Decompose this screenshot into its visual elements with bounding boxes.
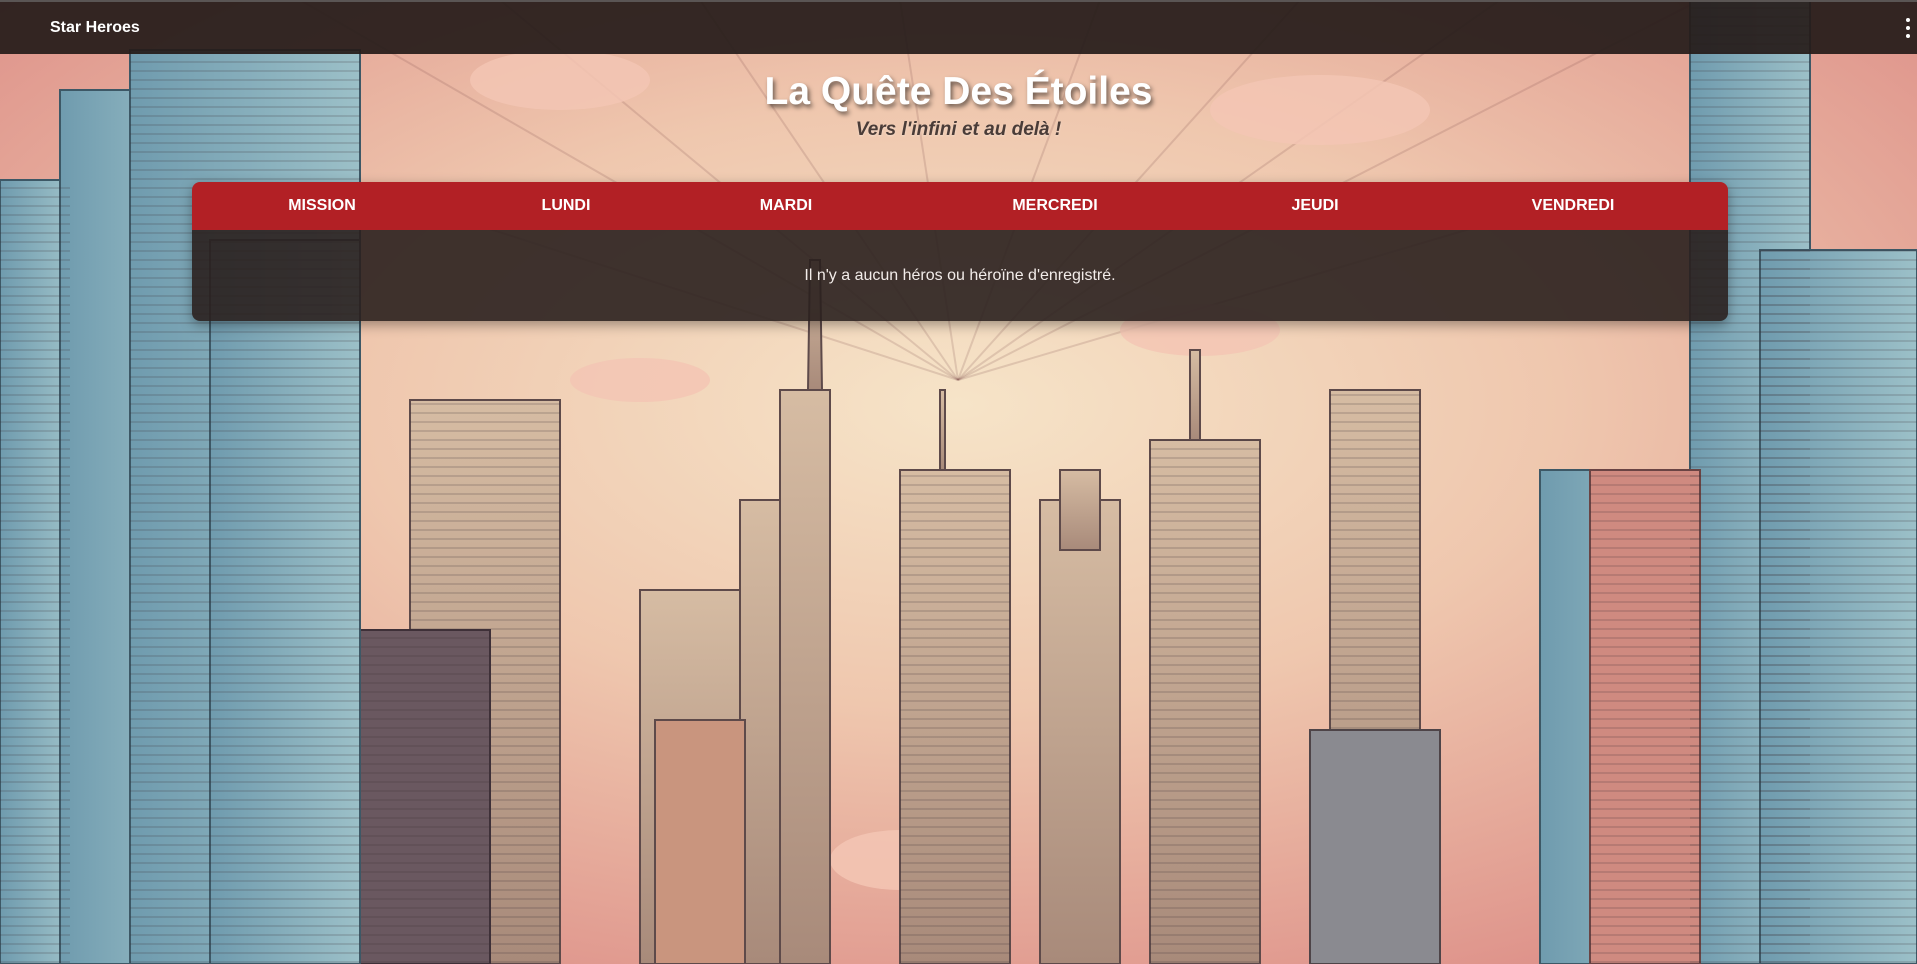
cityscape-background (0, 0, 1917, 964)
page-subtitle: Vers l'infini et au delà ! (855, 119, 1062, 140)
column-header-jeudi[interactable]: JEUDI (1245, 182, 1385, 230)
top-navbar: Star Heroes (0, 0, 1917, 54)
column-header-lundi[interactable]: LUNDI (496, 182, 636, 230)
column-header-mission[interactable]: MISSION (252, 182, 392, 230)
page-title: La Quête Des Étoiles (764, 70, 1153, 113)
column-header-mercredi[interactable]: MERCREDI (970, 182, 1140, 230)
table-body: Il n'y a aucun héros ou héroïne d'enregi… (192, 230, 1728, 321)
app-brand-link[interactable]: Star Heroes (50, 19, 140, 37)
column-header-vendredi[interactable]: VENDREDI (1493, 182, 1653, 230)
more-vertical-icon[interactable] (1901, 16, 1915, 42)
schedule-table: MISSION LUNDI MARDI MERCREDI JEUDI VENDR… (192, 182, 1728, 321)
column-header-mardi[interactable]: MARDI (716, 182, 856, 230)
table-header-row: MISSION LUNDI MARDI MERCREDI JEUDI VENDR… (192, 182, 1728, 230)
empty-state-message: Il n'y a aucun héros ou héroïne d'enregi… (804, 266, 1116, 284)
